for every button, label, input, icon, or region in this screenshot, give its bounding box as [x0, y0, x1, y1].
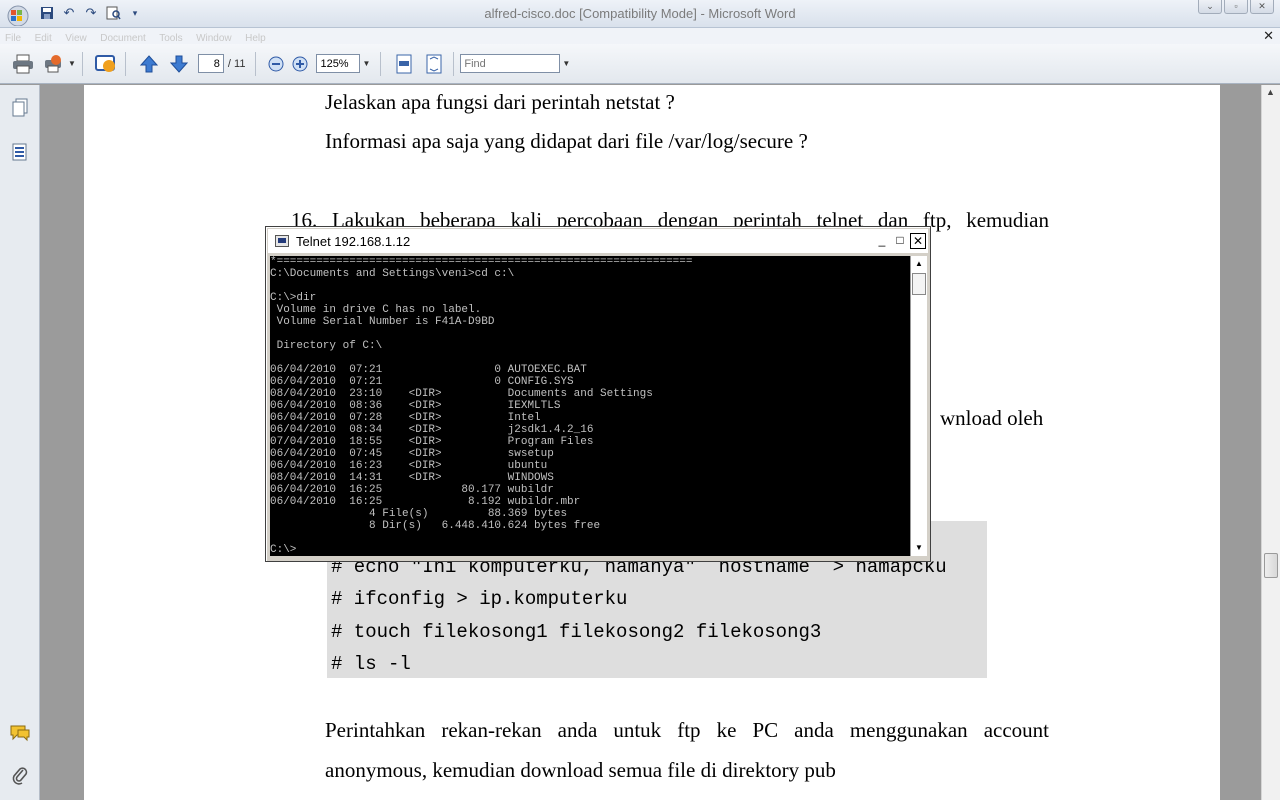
- telnet-scroll-thumb[interactable]: [912, 273, 926, 295]
- console-line: Volume Serial Number is F41A-D9BD: [270, 316, 495, 328]
- telnet-minimize-button[interactable]: _: [874, 233, 890, 249]
- doc-line: Perintahkan rekan-rekan anda untuk ftp k…: [325, 718, 1049, 742]
- pages-icon[interactable]: [9, 97, 31, 119]
- console-line: 06/04/2010 16:25 80.177 wubildr: [270, 484, 554, 496]
- console-line: 06/04/2010 16:25 8.192 wubildr.mbr: [270, 496, 581, 508]
- menu-bar: File Edit View Document Tools Window Hel…: [0, 28, 1280, 44]
- console-line: 06/04/2010 08:36 <DIR> IEXMLTLS: [270, 400, 561, 412]
- print-setup-icon[interactable]: [40, 51, 66, 77]
- telnet-console[interactable]: *=======================================…: [270, 256, 910, 556]
- page-total-label: / 11: [227, 57, 246, 70]
- console-line: 06/04/2010 08:34 <DIR> j2sdk1.4.2_16: [270, 424, 594, 436]
- console-line: 06/04/2010 16:23 <DIR> ubuntu: [270, 460, 548, 472]
- previous-page-icon[interactable]: [136, 51, 162, 77]
- telnet-title-bar[interactable]: Telnet 192.168.1.12 _ □ ✕: [268, 229, 928, 253]
- doc-line: anonymous, kemudian download semua file …: [325, 758, 836, 782]
- restore-button[interactable]: ▫: [1224, 0, 1248, 14]
- code-line: # touch filekosong1 filekosong2 filekoso…: [331, 621, 822, 643]
- telnet-scrollbar[interactable]: ▲ ▼: [910, 256, 927, 556]
- scroll-up-icon[interactable]: ▲: [1266, 87, 1275, 97]
- toolbar-separator: [124, 51, 126, 76]
- console-line: *=======================================…: [270, 256, 693, 268]
- window-title: alfred-cisco.doc [Compatibility Mode] - …: [484, 6, 796, 21]
- zoom-in-icon[interactable]: [290, 51, 310, 77]
- document-scrollbar[interactable]: ▲: [1261, 85, 1280, 800]
- console-line: 07/04/2010 18:55 <DIR> Program Files: [270, 436, 594, 448]
- doc-line: Jelaskan apa fungsi dari perintah netsta…: [325, 90, 675, 114]
- console-prompt: C:\>: [270, 544, 297, 556]
- telnet-window[interactable]: Telnet 192.168.1.12 _ □ ✕ *=============…: [265, 226, 931, 562]
- fit-page-icon[interactable]: [421, 51, 447, 77]
- telnet-window-controls: _ □ ✕: [874, 233, 926, 249]
- screen: ↶ ↷ ▾ alfred-cisco.doc [Compatibility Mo…: [0, 0, 1280, 800]
- tools-icon[interactable]: [93, 51, 119, 77]
- fit-width-icon[interactable]: [391, 51, 417, 77]
- console-line: C:\Documents and Settings\veni>cd c:\: [270, 268, 515, 280]
- console-line: 08/04/2010 14:31 <DIR> WINDOWS: [270, 472, 554, 484]
- toolbar: ▼ / 11 ▼ ▼: [0, 44, 1280, 84]
- doc-line: Informasi apa saja yang didapat dari fil…: [325, 129, 808, 153]
- telnet-maximize-button[interactable]: □: [892, 233, 908, 249]
- console-line: C:\>dir: [270, 292, 317, 304]
- telnet-close-button[interactable]: ✕: [910, 233, 926, 249]
- console-line: Directory of C:\: [270, 340, 383, 352]
- find-dropdown-icon[interactable]: ▼: [562, 59, 570, 68]
- find-input[interactable]: [460, 54, 561, 73]
- print-dropdown-icon[interactable]: ▼: [68, 59, 76, 68]
- zoom-out-icon[interactable]: [266, 51, 286, 77]
- scrollbar-thumb[interactable]: [1264, 553, 1278, 578]
- console-line: 06/04/2010 07:21 0 CONFIG.SYS: [270, 376, 574, 388]
- toolbar-separator: [453, 51, 455, 76]
- toolbar-separator: [255, 51, 257, 76]
- console-line: 8 Dir(s) 6.448.410.624 bytes free: [270, 520, 601, 532]
- bookmarks-icon[interactable]: [9, 141, 31, 163]
- console-line: Volume in drive C has no label.: [270, 304, 482, 316]
- code-line: # ls -l: [331, 653, 411, 675]
- toolbar-separator: [81, 51, 83, 76]
- attachment-icon[interactable]: [9, 764, 31, 786]
- console-line: 08/04/2010 23:10 <DIR> Documents and Set…: [270, 388, 653, 400]
- minimize-button[interactable]: ⌄: [1198, 0, 1222, 14]
- zoom-level-input[interactable]: [316, 54, 361, 73]
- console-line: 4 File(s) 88.369 bytes: [270, 508, 568, 520]
- console-line: 06/04/2010 07:28 <DIR> Intel: [270, 412, 541, 424]
- close-button[interactable]: ✕: [1250, 0, 1274, 14]
- telnet-title: Telnet 192.168.1.12: [296, 234, 411, 249]
- doc-line: wnload oleh: [940, 406, 1044, 430]
- print-icon[interactable]: [10, 51, 36, 77]
- zoom-dropdown-icon[interactable]: ▼: [362, 59, 370, 68]
- console-line: 06/04/2010 07:45 <DIR> swsetup: [270, 448, 554, 460]
- telnet-scroll-down-icon[interactable]: ▼: [911, 540, 927, 556]
- next-page-icon[interactable]: [166, 51, 192, 77]
- comments-icon[interactable]: [9, 722, 31, 744]
- title-bar: ↶ ↷ ▾ alfred-cisco.doc [Compatibility Mo…: [0, 0, 1280, 28]
- navigation-pane: [0, 85, 40, 800]
- code-line: # ifconfig > ip.komputerku: [331, 588, 628, 610]
- toolbar-separator: [380, 51, 382, 76]
- close-document-icon[interactable]: ✕: [1263, 28, 1274, 44]
- console-line: 06/04/2010 07:21 0 AUTOEXEC.BAT: [270, 364, 587, 376]
- telnet-scroll-up-icon[interactable]: ▲: [911, 256, 927, 272]
- page-number-input[interactable]: [197, 54, 224, 73]
- window-controls: ⌄ ▫ ✕: [1198, 0, 1274, 14]
- console-icon: [275, 235, 289, 247]
